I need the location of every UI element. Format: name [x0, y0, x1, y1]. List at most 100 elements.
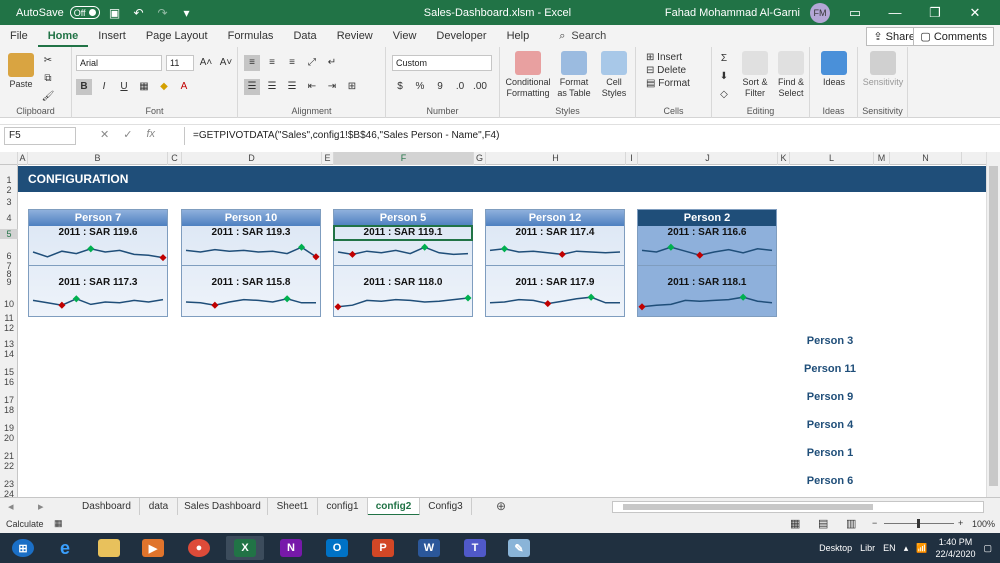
- column-header[interactable]: C: [168, 152, 182, 165]
- language-indicator[interactable]: EN: [883, 543, 896, 553]
- worksheet-grid[interactable]: CONFIGURATION Person 7 2011 : SAR 119.6 …: [18, 165, 986, 497]
- row-header[interactable]: 20: [0, 433, 18, 443]
- font-size-select[interactable]: 11: [166, 55, 194, 71]
- row-header[interactable]: 17: [0, 395, 18, 405]
- zoom-out-icon[interactable]: −: [872, 518, 877, 528]
- conditional-formatting-button[interactable]: Conditional Formatting: [504, 51, 552, 99]
- row-header[interactable]: 1: [0, 175, 18, 185]
- increase-decimal-icon[interactable]: .0: [452, 79, 468, 95]
- grow-font-icon[interactable]: A˄: [198, 55, 214, 71]
- person-list-item[interactable]: Person 1: [790, 445, 870, 473]
- row-header[interactable]: 16: [0, 377, 18, 387]
- taskbar-app-active[interactable]: X: [226, 536, 264, 560]
- cell-styles-button[interactable]: Cell Styles: [596, 51, 632, 99]
- taskbar-app[interactable]: N: [272, 536, 310, 560]
- person-card-name[interactable]: Person 10: [182, 210, 320, 226]
- shrink-font-icon[interactable]: A˅: [218, 55, 234, 71]
- column-header[interactable]: D: [182, 152, 322, 165]
- row-header[interactable]: 14: [0, 349, 18, 359]
- sheet-tab[interactable]: config1: [318, 498, 368, 516]
- sales-label-top[interactable]: 2011 : SAR 119.3: [182, 226, 320, 240]
- autosum-icon[interactable]: Σ: [716, 51, 732, 67]
- underline-button[interactable]: U: [116, 79, 132, 95]
- sort-filter-button[interactable]: Sort & Filter: [738, 51, 772, 99]
- sales-label-top[interactable]: 2011 : SAR 119.6: [29, 226, 167, 240]
- row-header[interactable]: 13: [0, 339, 18, 349]
- libraries-toolbar[interactable]: Libr: [860, 543, 875, 553]
- add-sheet-icon[interactable]: ⊕: [496, 499, 506, 513]
- borders-icon[interactable]: ▦: [136, 79, 152, 95]
- orientation-icon[interactable]: ⤢: [304, 55, 320, 71]
- macro-record-icon[interactable]: ▦: [54, 518, 63, 529]
- column-header[interactable]: H: [486, 152, 626, 165]
- page-layout-view-icon[interactable]: ▤: [818, 517, 828, 530]
- tab-page-layout[interactable]: Page Layout: [136, 25, 218, 47]
- ideas-button[interactable]: Ideas: [818, 51, 850, 88]
- sheet-tab[interactable]: Sheet1: [268, 498, 318, 516]
- clear-icon[interactable]: ◇: [716, 87, 732, 103]
- copy-icon[interactable]: ⧉: [40, 71, 56, 87]
- font-name-select[interactable]: Arial: [76, 55, 162, 71]
- person-card-name[interactable]: Person 12: [486, 210, 624, 226]
- taskbar-app[interactable]: P: [364, 536, 402, 560]
- taskbar-app[interactable]: ●: [180, 536, 218, 560]
- decrease-indent-icon[interactable]: ⇤: [304, 79, 320, 95]
- normal-view-icon[interactable]: ▦: [790, 517, 800, 530]
- select-all-corner[interactable]: [0, 152, 18, 165]
- avatar[interactable]: FM: [810, 2, 830, 23]
- person-list-item[interactable]: Person 3: [790, 333, 870, 361]
- name-box[interactable]: F5: [4, 127, 76, 145]
- column-header[interactable]: A: [18, 152, 28, 165]
- column-header[interactable]: I: [626, 152, 638, 165]
- taskbar-app[interactable]: ✎: [500, 536, 538, 560]
- minimize-icon[interactable]: —: [880, 5, 910, 20]
- sheet-tab[interactable]: Sales Dashboard: [178, 498, 268, 516]
- number-format-select[interactable]: Custom: [392, 55, 492, 71]
- zoom-slider-thumb[interactable]: [917, 519, 920, 528]
- column-header[interactable]: G: [474, 152, 486, 165]
- tab-data[interactable]: Data: [283, 25, 326, 47]
- bold-button[interactable]: B: [76, 79, 92, 95]
- enter-icon[interactable]: ✓: [123, 128, 132, 141]
- person-list-item[interactable]: Person 9: [790, 389, 870, 417]
- ribbon-display-icon[interactable]: ▭: [840, 5, 870, 21]
- italic-button[interactable]: I: [96, 79, 112, 95]
- prev-sheet-icon[interactable]: ◂: [8, 500, 14, 513]
- cancel-icon[interactable]: ✕: [100, 128, 109, 141]
- close-icon[interactable]: ✕: [960, 5, 990, 21]
- merge-center-icon[interactable]: ⊞: [344, 79, 360, 95]
- vertical-scroll-thumb[interactable]: [989, 166, 998, 486]
- column-header[interactable]: J: [638, 152, 778, 165]
- column-header[interactable]: N: [890, 152, 962, 165]
- restore-icon[interactable]: ❐: [920, 5, 950, 21]
- sales-label-top-selected[interactable]: 2011 : SAR 119.1: [333, 225, 473, 241]
- search-box[interactable]: ⌕ Search: [559, 30, 606, 43]
- zoom-level[interactable]: 100%: [972, 519, 995, 529]
- tab-developer[interactable]: Developer: [426, 25, 496, 47]
- next-sheet-icon[interactable]: ▸: [38, 500, 44, 513]
- increase-indent-icon[interactable]: ⇥: [324, 79, 340, 95]
- sheet-tab[interactable]: Config3: [420, 498, 472, 516]
- column-header[interactable]: M: [874, 152, 890, 165]
- sales-label-bottom[interactable]: 2011 : SAR 117.3: [29, 276, 167, 290]
- sensitivity-button[interactable]: Sensitivity: [862, 51, 904, 88]
- sheet-tab-active[interactable]: config2: [368, 498, 420, 516]
- column-header[interactable]: F: [334, 152, 474, 165]
- row-header[interactable]: 3: [0, 197, 18, 207]
- row-header[interactable]: 12: [0, 323, 18, 333]
- zoom-in-icon[interactable]: +: [958, 518, 963, 528]
- comments-button[interactable]: ▢ Comments: [913, 27, 994, 46]
- row-header[interactable]: 19: [0, 423, 18, 433]
- tab-formulas[interactable]: Formulas: [218, 25, 284, 47]
- percent-icon[interactable]: %: [412, 79, 428, 95]
- column-header[interactable]: E: [322, 152, 334, 165]
- sales-label-top[interactable]: 2011 : SAR 116.6: [638, 226, 776, 240]
- horizontal-scroll-thumb[interactable]: [623, 504, 873, 510]
- formula-input[interactable]: =GETPIVOTDATA("Sales",config1!$B$46,"Sal…: [184, 127, 984, 145]
- format-as-table-button[interactable]: Format as Table: [554, 51, 594, 99]
- taskbar-app[interactable]: ▶: [134, 536, 172, 560]
- person-list-item[interactable]: Person 4: [790, 417, 870, 445]
- row-header[interactable]: 9: [0, 277, 18, 287]
- tab-view[interactable]: View: [383, 25, 427, 47]
- sheet-tab[interactable]: data: [140, 498, 178, 516]
